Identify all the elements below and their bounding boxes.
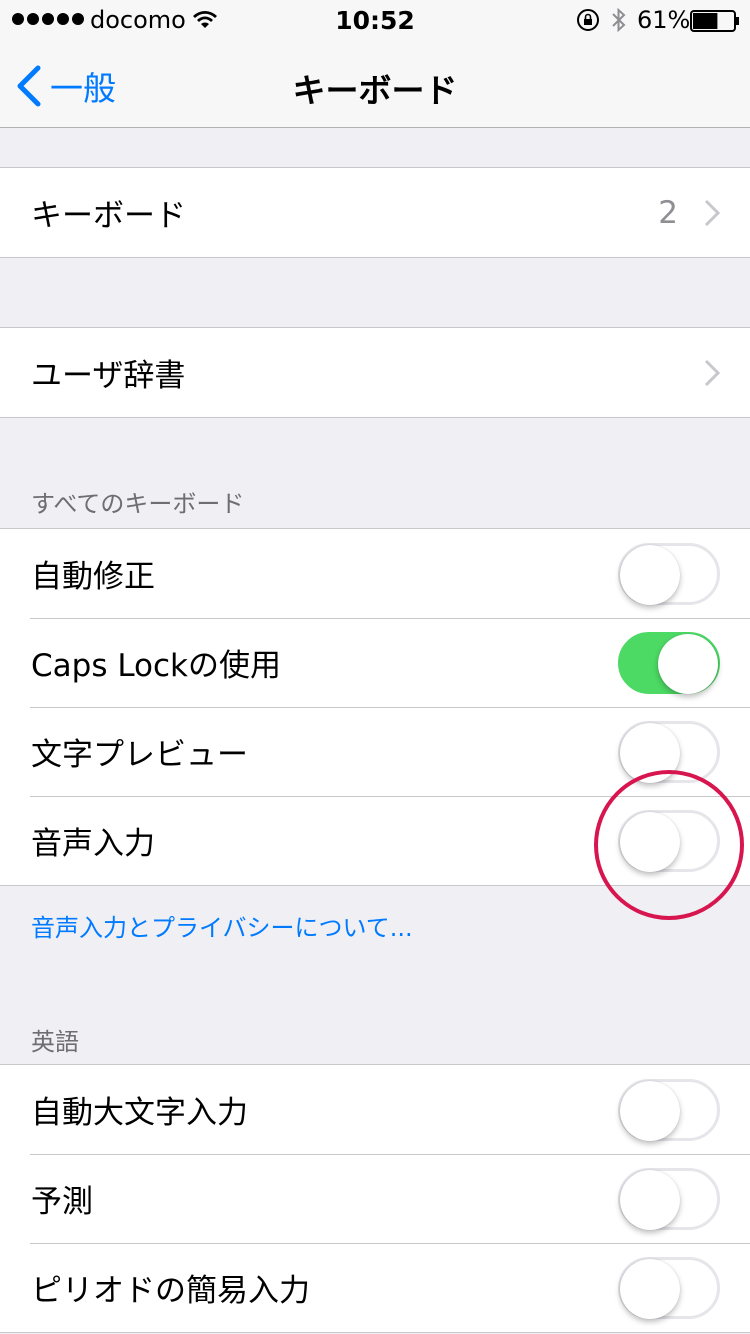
dictation-privacy-link[interactable]: 音声入力とプライバシーについて... [31, 908, 413, 943]
period-shortcut-toggle[interactable] [618, 1256, 720, 1319]
auto-correction-row: 自動修正 [0, 529, 750, 618]
toggle-knob [620, 1169, 680, 1230]
page-title: キーボード [292, 71, 458, 110]
auto-correction-label: 自動修正 [31, 559, 155, 595]
user-dictionary-group: ユーザ辞書 [0, 327, 750, 418]
english-group: 自動大文字入力 予測 ピリオドの簡易入力 [0, 1064, 750, 1333]
keyboards-count: 2 [658, 194, 678, 231]
chevron-right-icon [704, 199, 720, 226]
auto-capitalization-row: 自動大文字入力 [0, 1065, 750, 1154]
predictive-row: 予測 [0, 1154, 750, 1243]
toggle-knob [658, 633, 718, 694]
rotation-lock-icon [577, 9, 599, 31]
navigation-bar: 一般 キーボード [0, 40, 750, 128]
keyboards-row[interactable]: キーボード 2 [0, 168, 750, 257]
auto-correction-toggle[interactable] [618, 542, 720, 605]
period-shortcut-label: ピリオドの簡易入力 [31, 1273, 310, 1309]
character-preview-label: 文字プレビュー [31, 737, 248, 773]
toggle-knob [620, 1258, 680, 1319]
user-dictionary-label: ユーザ辞書 [31, 358, 186, 394]
user-dictionary-row[interactable]: ユーザ辞書 [0, 328, 750, 417]
bluetooth-icon [612, 7, 626, 33]
caps-lock-row: Caps Lockの使用 [0, 618, 750, 707]
keyboards-label: キーボード [31, 198, 186, 234]
toggle-knob [620, 1080, 680, 1141]
status-bar: docomo 10:52 61% [0, 0, 750, 40]
toggle-knob [620, 544, 680, 605]
battery-percentage: 61% [637, 6, 691, 34]
auto-capitalization-toggle[interactable] [618, 1078, 720, 1141]
caps-lock-label: Caps Lockの使用 [31, 648, 282, 684]
battery-icon [690, 10, 739, 32]
section-header-all-keyboards: すべてのキーボード [31, 490, 245, 518]
caps-lock-toggle[interactable] [618, 631, 720, 694]
section-header-english: 英語 [31, 1028, 79, 1056]
keyboards-group: キーボード 2 [0, 167, 750, 258]
dictation-label: 音声入力 [31, 826, 155, 862]
chevron-right-icon [704, 359, 720, 386]
highlight-annotation-circle [594, 770, 744, 920]
predictive-toggle[interactable] [618, 1167, 720, 1230]
period-shortcut-row: ピリオドの簡易入力 [0, 1243, 750, 1332]
predictive-label: 予測 [31, 1184, 93, 1220]
auto-capitalization-label: 自動大文字入力 [31, 1095, 248, 1131]
